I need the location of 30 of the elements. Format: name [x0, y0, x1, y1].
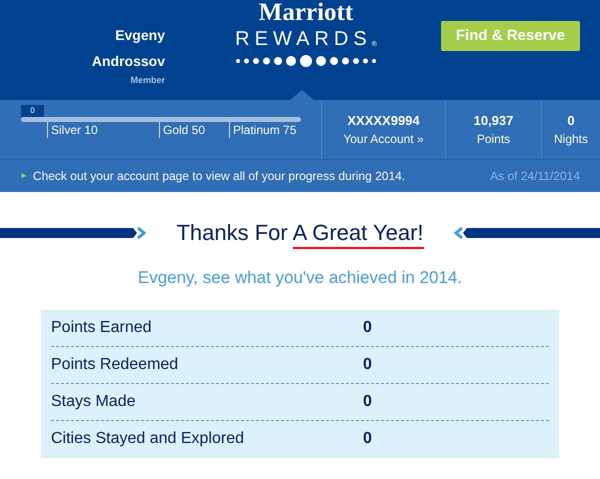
arrow-icon: ►	[20, 170, 28, 182]
summary-label: Stays Made	[51, 392, 136, 412]
tier-label: Silver 10	[47, 122, 159, 138]
logo-brand: Marriott	[258, 0, 354, 26]
progress-flag: 0	[21, 105, 44, 117]
account-number: XXXXX9994	[347, 112, 420, 130]
logo-program: REWARDS	[235, 27, 372, 52]
member-name: Androssov	[92, 52, 165, 71]
left-banner-arrow-icon	[0, 226, 148, 240]
stat-value: 10,937	[474, 112, 514, 130]
notice-text: Check out your account page to view all of your progress during 2014.	[32, 168, 406, 185]
summary-label: Cities Stayed and Explored	[51, 429, 245, 449]
tier-label: Gold 50	[159, 122, 229, 138]
stat-label: Nights	[554, 131, 588, 148]
member-status: Member	[130, 74, 165, 87]
page-title: Thanks For A Great Year!	[148, 216, 452, 249]
subtitle: Evgeny, see what you've achieved in 2014.	[136, 267, 464, 289]
your-account-link[interactable]: Your Account »	[343, 130, 424, 148]
member-name: Evgeny	[115, 26, 165, 45]
summary-value: 0	[363, 318, 372, 338]
summary-value: 0	[363, 392, 372, 412]
summary-label: Points Redeemed	[51, 354, 180, 374]
tier-label: Platinum 75	[229, 122, 296, 138]
right-banner-arrow-icon	[452, 226, 600, 240]
stat-value: 0	[567, 112, 575, 130]
summary-value: 0	[363, 354, 372, 374]
stat-label: Points	[476, 131, 510, 148]
summary-value: 0	[363, 429, 372, 449]
as-of-date: As of 24/11/2014	[490, 168, 580, 185]
summary-label: Points Earned	[51, 318, 153, 338]
